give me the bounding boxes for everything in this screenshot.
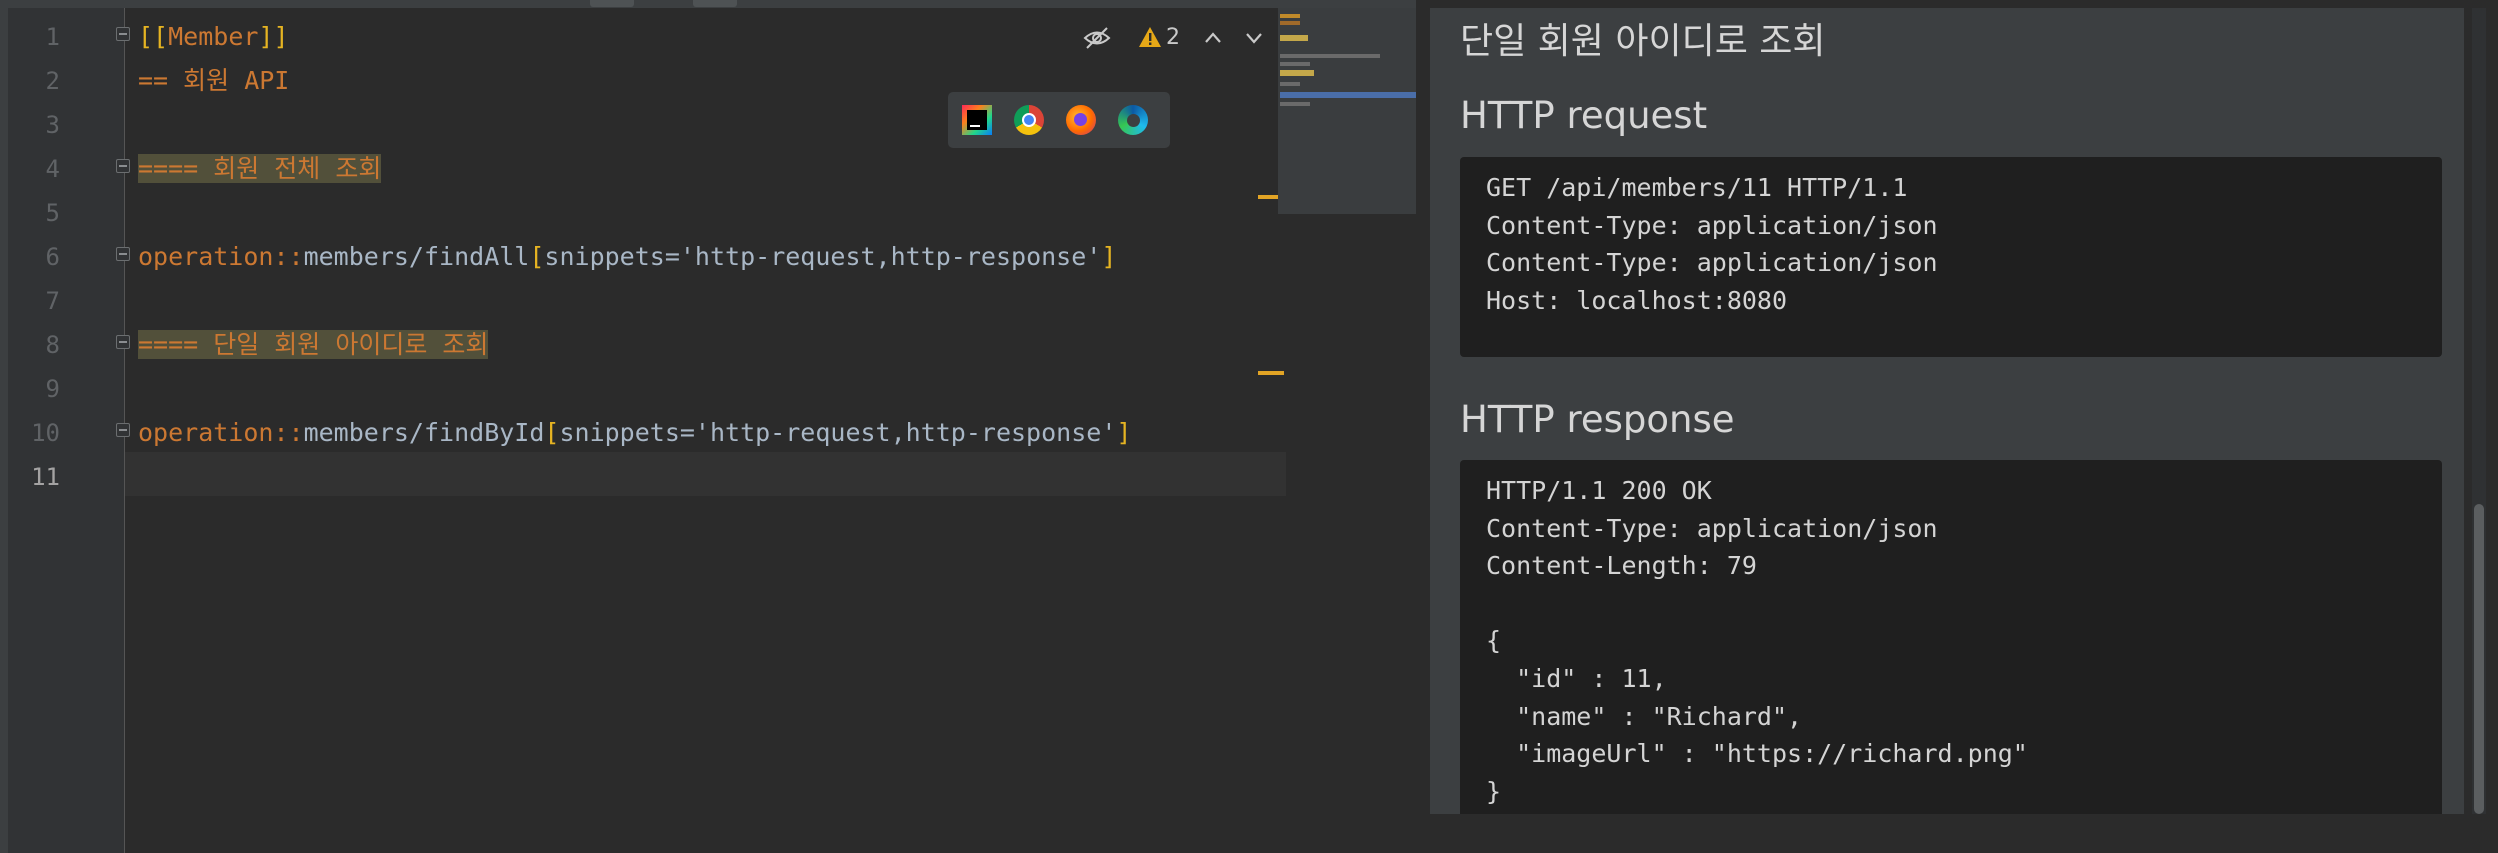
code-line: } [1486, 776, 1502, 806]
code-line: Host: localhost:8080 [1486, 285, 1788, 315]
current-line-highlight [125, 452, 1286, 496]
section-heading: ==== 회원 전체 조회 [138, 154, 382, 183]
minimap-line [1280, 21, 1300, 25]
code-line: "imageUrl" : "https://richard.png" [1486, 739, 2028, 769]
code-line: { [1486, 626, 1502, 656]
code-line-1[interactable]: [[Member]] [138, 15, 289, 59]
section-heading-partial: 단일 회원 아이디로 조회 [1460, 21, 1826, 62]
line-number: 10 [31, 419, 60, 447]
attr-close: ] [1101, 242, 1117, 271]
minimap-line [1280, 62, 1310, 66]
code-line: GET /api/members/11 HTTP/1.1 [1486, 173, 1908, 202]
code-line-6[interactable]: operation::members/findAll[snippets='htt… [138, 235, 1116, 279]
line-gutter: 1 2 3 4 5 6 7 8 9 10 11 [8, 8, 125, 853]
macro-name: operation:: [138, 418, 304, 447]
chrome-icon[interactable] [1014, 105, 1044, 135]
fold-marker-icon[interactable] [116, 27, 130, 41]
code-line-10[interactable]: operation::members/findById[snippets='ht… [138, 411, 1131, 455]
code-line: Content-Type: application/json [1486, 210, 1938, 240]
open-in-browser-toolbar [948, 92, 1170, 148]
http-response-block: HTTP/1.1 200 OK Content-Type: applicatio… [1460, 460, 2442, 814]
code-line: HTTP/1.1 200 OK [1486, 476, 1712, 505]
asciidoc-preview: 단일 회원 아이디로 조회 HTTP request GET /api/memb… [1416, 0, 2498, 853]
attr-close: ] [1116, 418, 1132, 447]
attr-open: [ [544, 418, 560, 447]
preview-footer [1430, 814, 2498, 853]
line-number: 1 [45, 23, 60, 51]
tab-stub[interactable] [590, 0, 634, 7]
firefox-icon[interactable] [1066, 105, 1096, 135]
macro-attributes: snippets='http-request,http-response' [544, 242, 1102, 271]
minimap-line [1280, 82, 1300, 86]
minimap-line [1280, 14, 1300, 18]
warning-icon [1139, 27, 1161, 47]
line-number: 5 [45, 199, 60, 227]
previous-highlight-button[interactable] [1203, 28, 1223, 52]
code-line: Content-Type: application/json [1486, 513, 1938, 543]
line-number: 2 [45, 67, 60, 95]
tool-window-edge [0, 0, 8, 853]
line-number: 4 [45, 155, 60, 183]
line-number: 3 [45, 111, 60, 139]
http-response-title: HTTP response [1460, 398, 1735, 441]
code-line-2[interactable]: == 회원 API [138, 59, 289, 103]
attr-open: [ [529, 242, 545, 271]
warning-count: 2 [1166, 25, 1180, 50]
edge-icon[interactable] [1118, 105, 1148, 135]
anchor-close: ]] [258, 22, 289, 51]
line-number-current: 11 [31, 463, 60, 491]
preview-scrollbar-thumb[interactable] [2474, 504, 2484, 814]
http-request-block: GET /api/members/11 HTTP/1.1 Content-Typ… [1460, 157, 2442, 357]
code-line-8[interactable]: ==== 단일 회원 아이디로 조회 [138, 323, 489, 367]
fold-marker-icon[interactable] [116, 423, 130, 437]
intellij-icon[interactable] [962, 105, 992, 135]
macro-attributes: snippets='http-request,http-response' [559, 418, 1117, 447]
line-number: 9 [45, 375, 60, 403]
scroll-marker[interactable] [1258, 371, 1284, 375]
macro-name: operation:: [138, 242, 304, 271]
asciidoc-editor[interactable]: 1 2 3 4 5 6 7 8 9 10 11 [[Member]] == 회원… [8, 8, 1416, 853]
fold-marker-icon[interactable] [116, 335, 130, 349]
eye-slash-icon[interactable] [1082, 26, 1112, 54]
line-number: 6 [45, 243, 60, 271]
warning-indicator[interactable]: 2 [1138, 25, 1180, 53]
anchor-id: Member [168, 22, 259, 51]
fold-marker-icon[interactable] [116, 159, 130, 173]
fold-marker-icon[interactable] [116, 247, 130, 261]
code-line: "id" : 11, [1486, 663, 1667, 693]
minimap-viewport [1280, 92, 1416, 98]
preview-content[interactable]: 단일 회원 아이디로 조회 HTTP request GET /api/memb… [1430, 8, 2464, 814]
code-line: Content-Type: application/json [1486, 248, 1938, 278]
chevron-up-icon [1205, 32, 1221, 43]
minimap-line [1280, 54, 1380, 58]
macro-target: members/findById [303, 418, 545, 447]
line-number: 8 [45, 331, 60, 359]
http-request-title: HTTP request [1460, 94, 1708, 137]
anchor-open: [[ [138, 22, 169, 51]
macro-target: members/findAll [303, 242, 530, 271]
tab-stub[interactable] [693, 0, 737, 7]
code-line: Content-Length: 79 [1486, 551, 1757, 581]
chevron-down-icon [1246, 33, 1262, 44]
minimap-line [1280, 35, 1308, 41]
next-highlight-button[interactable] [1244, 28, 1264, 52]
minimap[interactable] [1278, 8, 1416, 214]
minimap-line [1280, 70, 1314, 76]
code-line-4[interactable]: ==== 회원 전체 조회 [138, 147, 382, 191]
minimap-line [1280, 102, 1310, 106]
line-number: 7 [45, 287, 60, 315]
code-line: "name" : "Richard", [1486, 701, 1803, 731]
section-heading: ==== 단일 회원 아이디로 조회 [138, 330, 489, 359]
